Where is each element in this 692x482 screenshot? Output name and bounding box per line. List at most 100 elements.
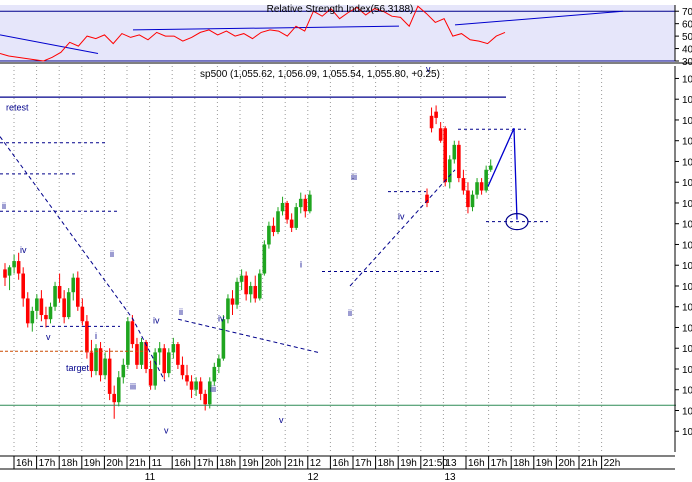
- price-tick-label: 1056: [682, 157, 692, 168]
- candle-body: [447, 159, 452, 183]
- wave-label: v: [164, 425, 169, 435]
- wave-label: ii: [110, 249, 114, 259]
- candle-body: [479, 182, 484, 191]
- price-tick-label: 1043: [682, 427, 692, 438]
- candle-body: [53, 285, 57, 307]
- candle-body: [470, 194, 475, 208]
- candle-body: [62, 298, 66, 318]
- time-tick-label: 16h: [16, 458, 33, 469]
- candle-body: [230, 298, 235, 305]
- time-tick-label: 16h: [468, 458, 485, 469]
- date-label: 11: [145, 472, 156, 482]
- overlay-line: [487, 128, 518, 220]
- time-tick-label: 19h: [536, 458, 553, 469]
- time-tick-label: 16h: [174, 458, 191, 469]
- candle-body: [294, 207, 298, 228]
- date-label: 13: [444, 472, 456, 482]
- price-tick-label: 1058: [682, 116, 692, 127]
- candle-body: [16, 261, 21, 274]
- price-tick-label: 1055: [682, 178, 692, 189]
- candle-body: [130, 321, 135, 345]
- candle-body: [171, 344, 176, 353]
- candle-body: [198, 381, 203, 394]
- candle-body: [107, 358, 112, 394]
- candle-body: [244, 275, 248, 295]
- candle-body: [475, 182, 479, 195]
- time-tick-label: 19h: [400, 458, 417, 469]
- candle-body: [438, 128, 443, 141]
- rsi-title: Relative Strength Index(56.3188): [267, 4, 414, 15]
- price-tick-label: 1046: [682, 365, 692, 376]
- time-tick-label: 20h: [265, 458, 282, 469]
- time-tick-label: 11: [152, 458, 163, 469]
- candle-body: [443, 128, 447, 183]
- candle-body: [89, 352, 94, 372]
- candle-body: [7, 267, 12, 276]
- time-tick-label: 13: [445, 458, 457, 469]
- wave-label: v: [279, 415, 284, 425]
- time-tick-label: 21h: [581, 458, 598, 469]
- candle-body: [271, 225, 276, 233]
- candle-body: [248, 285, 253, 295]
- wave-label: target: [66, 363, 90, 373]
- price-title: sp500 (1,055.62, 1,056.09, 1,055.54, 1,0…: [200, 69, 440, 80]
- candle-body: [71, 277, 76, 293]
- candle-body: [76, 277, 80, 307]
- candle-body: [484, 169, 488, 191]
- wave-label: iv: [218, 313, 225, 323]
- candle-body: [21, 273, 25, 299]
- candle-body: [258, 273, 262, 299]
- time-tick-label: 17h: [197, 458, 214, 469]
- wave-label: iv: [20, 245, 27, 255]
- candle-body: [144, 342, 148, 369]
- candle-body: [148, 368, 153, 386]
- candle-body: [289, 219, 294, 228]
- candle-body: [44, 315, 48, 320]
- rsi-tick-label: 60: [682, 20, 692, 31]
- candle-body: [135, 344, 139, 365]
- candle-body: [203, 393, 207, 405]
- wave-label: ii: [179, 307, 183, 317]
- time-tick-label: 20h: [558, 458, 575, 469]
- time-tick-label: 18h: [219, 458, 236, 469]
- rsi-tick-label: 70: [682, 7, 692, 18]
- wave-label: iii: [130, 382, 136, 392]
- candle-body: [185, 375, 189, 382]
- time-tick-label: 16h: [332, 458, 349, 469]
- candle-body: [98, 348, 103, 376]
- rsi-tick-label: 50: [682, 32, 692, 43]
- price-tick-label: 1047: [682, 344, 692, 355]
- wave-label: iii: [210, 384, 216, 394]
- rsi-tick-label: 40: [682, 45, 692, 56]
- time-tick-label: 18h: [61, 458, 78, 469]
- candle-body: [429, 115, 434, 129]
- time-tick-label: 19h: [84, 458, 101, 469]
- candle-body: [116, 377, 121, 403]
- wave-label: i: [300, 259, 302, 269]
- time-axis: 16h 17h 18h 19h 20h 21h 11 16h 17h 18h 19h 20h 21h 12…: [0, 455, 675, 482]
- candle-body: [308, 194, 312, 212]
- price-tick-label: 1057: [682, 137, 692, 148]
- candle-body: [298, 198, 303, 208]
- candle-body: [39, 298, 44, 316]
- time-tick-label: 21h: [287, 458, 304, 469]
- candle-body: [285, 202, 289, 220]
- wave-label: retest: [6, 103, 29, 113]
- candle-body: [461, 178, 466, 191]
- candle-body: [267, 225, 271, 245]
- candle-body: [226, 298, 230, 320]
- candle-body: [167, 352, 171, 374]
- price-tick-label: 1050: [682, 282, 692, 293]
- candle-body: [121, 364, 126, 378]
- date-label: 12: [307, 472, 319, 482]
- wave-label: v: [46, 332, 51, 342]
- candle-body: [12, 261, 16, 268]
- price-panel: retestiiivv iiitargetiviiiviiiviiiviiiiii…: [0, 64, 692, 452]
- price-tick-label: 1053: [682, 220, 692, 231]
- candle-body: [30, 310, 35, 324]
- price-tick-label: 1051: [682, 261, 692, 272]
- candle-body: [194, 381, 198, 390]
- wave-label: i: [95, 331, 97, 341]
- candle-body: [25, 298, 30, 324]
- wave-label: iv: [398, 212, 405, 222]
